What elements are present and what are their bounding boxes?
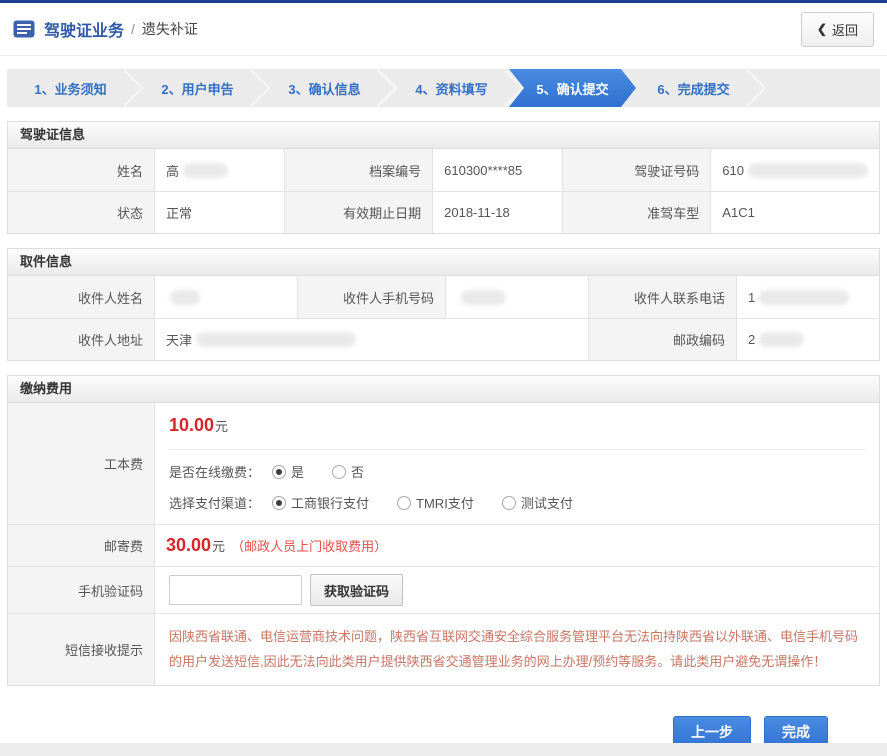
online-pay-row: 是否在线缴费： 是 否 [169,462,865,481]
license-number-value: 610 [710,149,879,191]
production-fee-label: 工本费 [8,403,154,524]
radio-tmri-icon[interactable] [397,496,411,510]
sms-notice-label: 短信接收提示 [8,613,154,685]
footer-actions: 上一步 完成 [0,686,887,743]
sms-code-input[interactable] [169,575,302,605]
sms-code-row: 获取验证码 [154,566,879,613]
postage-fee-label: 邮寄费 [8,524,154,566]
license-info-panel: 驾驶证信息 姓名 高 档案编号 610300****85 驾驶证号码 610 状… [7,121,880,234]
redaction-blur [461,290,506,305]
radio-icbc-selected-icon[interactable] [272,496,286,510]
postage-fee-note: （邮政人员上门收取费用） [231,536,387,555]
expiry-value: 2018-11-18 [432,191,562,233]
back-button[interactable]: ❮ 返回 [801,12,874,47]
radio-test-icon[interactable] [502,496,516,510]
postage-fee-value: 30.00元 （邮政人员上门收取费用） [154,524,879,566]
breadcrumb-separator: / [131,21,135,37]
recipient-phone-value: 1 [736,276,879,318]
sms-notice-text: 因陕西省联通、电信运营商技术问题，陕西省互联网交通安全综合服务管理平台无法向持陕… [154,613,879,685]
license-info-title: 驾驶证信息 [8,122,879,149]
production-fee-amount: 10.00 [169,415,214,435]
online-pay-question: 是否在线缴费： [169,462,260,481]
breadcrumb-current: 遗失补证 [142,19,198,39]
chevron-left-icon: ❮ [817,22,827,36]
file-number-value: 610300****85 [432,149,562,191]
redaction-blur [748,163,868,178]
postage-fee-amount: 30.00 [166,535,211,556]
license-info-table: 姓名 高 档案编号 610300****85 驾驶证号码 610 状态 正常 有… [8,149,879,233]
currency-unit: 元 [212,536,225,555]
radio-no-icon[interactable] [332,465,346,479]
status-value: 正常 [154,191,284,233]
production-fee-amount-line: 10.00元 [169,415,865,450]
recipient-mobile-value [445,276,588,318]
redaction-blur [183,163,228,178]
online-pay-no-option[interactable]: 否 [332,462,364,481]
channel-test-option[interactable]: 测试支付 [502,493,573,512]
channel-tmri-option[interactable]: TMRI支付 [397,493,474,512]
zip-code-value: 2 [736,318,879,360]
step-4-fill-data[interactable]: 4、资料填写 [388,69,515,107]
step-3-confirm-info[interactable]: 3、确认信息 [261,69,388,107]
pay-channel-question: 选择支付渠道： [169,493,260,512]
name-value: 高 [154,149,284,191]
list-icon [13,20,35,38]
step-2-declaration[interactable]: 2、用户申告 [134,69,261,107]
license-number-label: 驾驶证号码 [562,149,710,191]
status-label: 状态 [8,191,154,233]
recipient-phone-label: 收件人联系电话 [588,276,736,318]
redaction-blur [170,290,200,305]
back-button-label: 返回 [832,20,858,39]
vehicle-class-value: A1C1 [710,191,879,233]
channel-icbc-option[interactable]: 工商银行支付 [272,493,369,512]
page: 驾驶证业务 / 遗失补证 ❮ 返回 1、业务须知 2、用户申告 3、确认信息 4… [0,0,887,743]
pickup-info-title: 取件信息 [8,249,879,276]
sms-code-label: 手机验证码 [8,566,154,613]
step-bar-wrap: 1、业务须知 2、用户申告 3、确认信息 4、资料填写 5、确认提交 6、完成提… [0,56,887,107]
online-pay-yes-option[interactable]: 是 [272,462,304,481]
fees-table: 工本费 10.00元 是否在线缴费： 是 否 选择支付渠道： 工商银行支付 TM… [8,403,879,685]
page-title: 驾驶证业务 [44,17,124,41]
file-number-label: 档案编号 [284,149,432,191]
name-label: 姓名 [8,149,154,191]
recipient-mobile-label: 收件人手机号码 [297,276,445,318]
expiry-label: 有效期止日期 [284,191,432,233]
pickup-info-panel: 取件信息 收件人姓名 收件人手机号码 收件人联系电话 1 收件人地址 天津 邮政… [7,248,880,361]
recipient-name-value [154,276,297,318]
step-5-confirm-submit-active[interactable]: 5、确认提交 [509,69,636,107]
get-code-button[interactable]: 获取验证码 [310,574,403,606]
recipient-address-label: 收件人地址 [8,318,154,360]
production-fee-value: 10.00元 是否在线缴费： 是 否 选择支付渠道： 工商银行支付 TMRI支付… [154,403,879,524]
pickup-info-table: 收件人姓名 收件人手机号码 收件人联系电话 1 收件人地址 天津 邮政编码 2 [8,276,879,360]
step-1-notice[interactable]: 1、业务须知 [7,69,134,107]
previous-step-button[interactable]: 上一步 [673,716,751,743]
currency-unit: 元 [215,419,228,434]
redaction-blur [196,332,356,347]
finish-button[interactable]: 完成 [764,716,828,743]
step-6-complete[interactable]: 6、完成提交 [630,69,757,107]
redaction-blur [759,332,804,347]
redaction-blur [759,290,849,305]
pay-channel-row: 选择支付渠道： 工商银行支付 TMRI支付 测试支付 [169,493,865,512]
vehicle-class-label: 准驾车型 [562,191,710,233]
header: 驾驶证业务 / 遗失补证 ❮ 返回 [0,3,887,56]
zip-code-label: 邮政编码 [588,318,736,360]
fees-title: 缴纳费用 [8,376,879,403]
step-bar: 1、业务须知 2、用户申告 3、确认信息 4、资料填写 5、确认提交 6、完成提… [7,69,880,107]
recipient-name-label: 收件人姓名 [8,276,154,318]
fees-panel: 缴纳费用 工本费 10.00元 是否在线缴费： 是 否 选择支付渠道： 工商银行… [7,375,880,686]
radio-yes-selected-icon[interactable] [272,465,286,479]
recipient-address-value: 天津 [154,318,588,360]
